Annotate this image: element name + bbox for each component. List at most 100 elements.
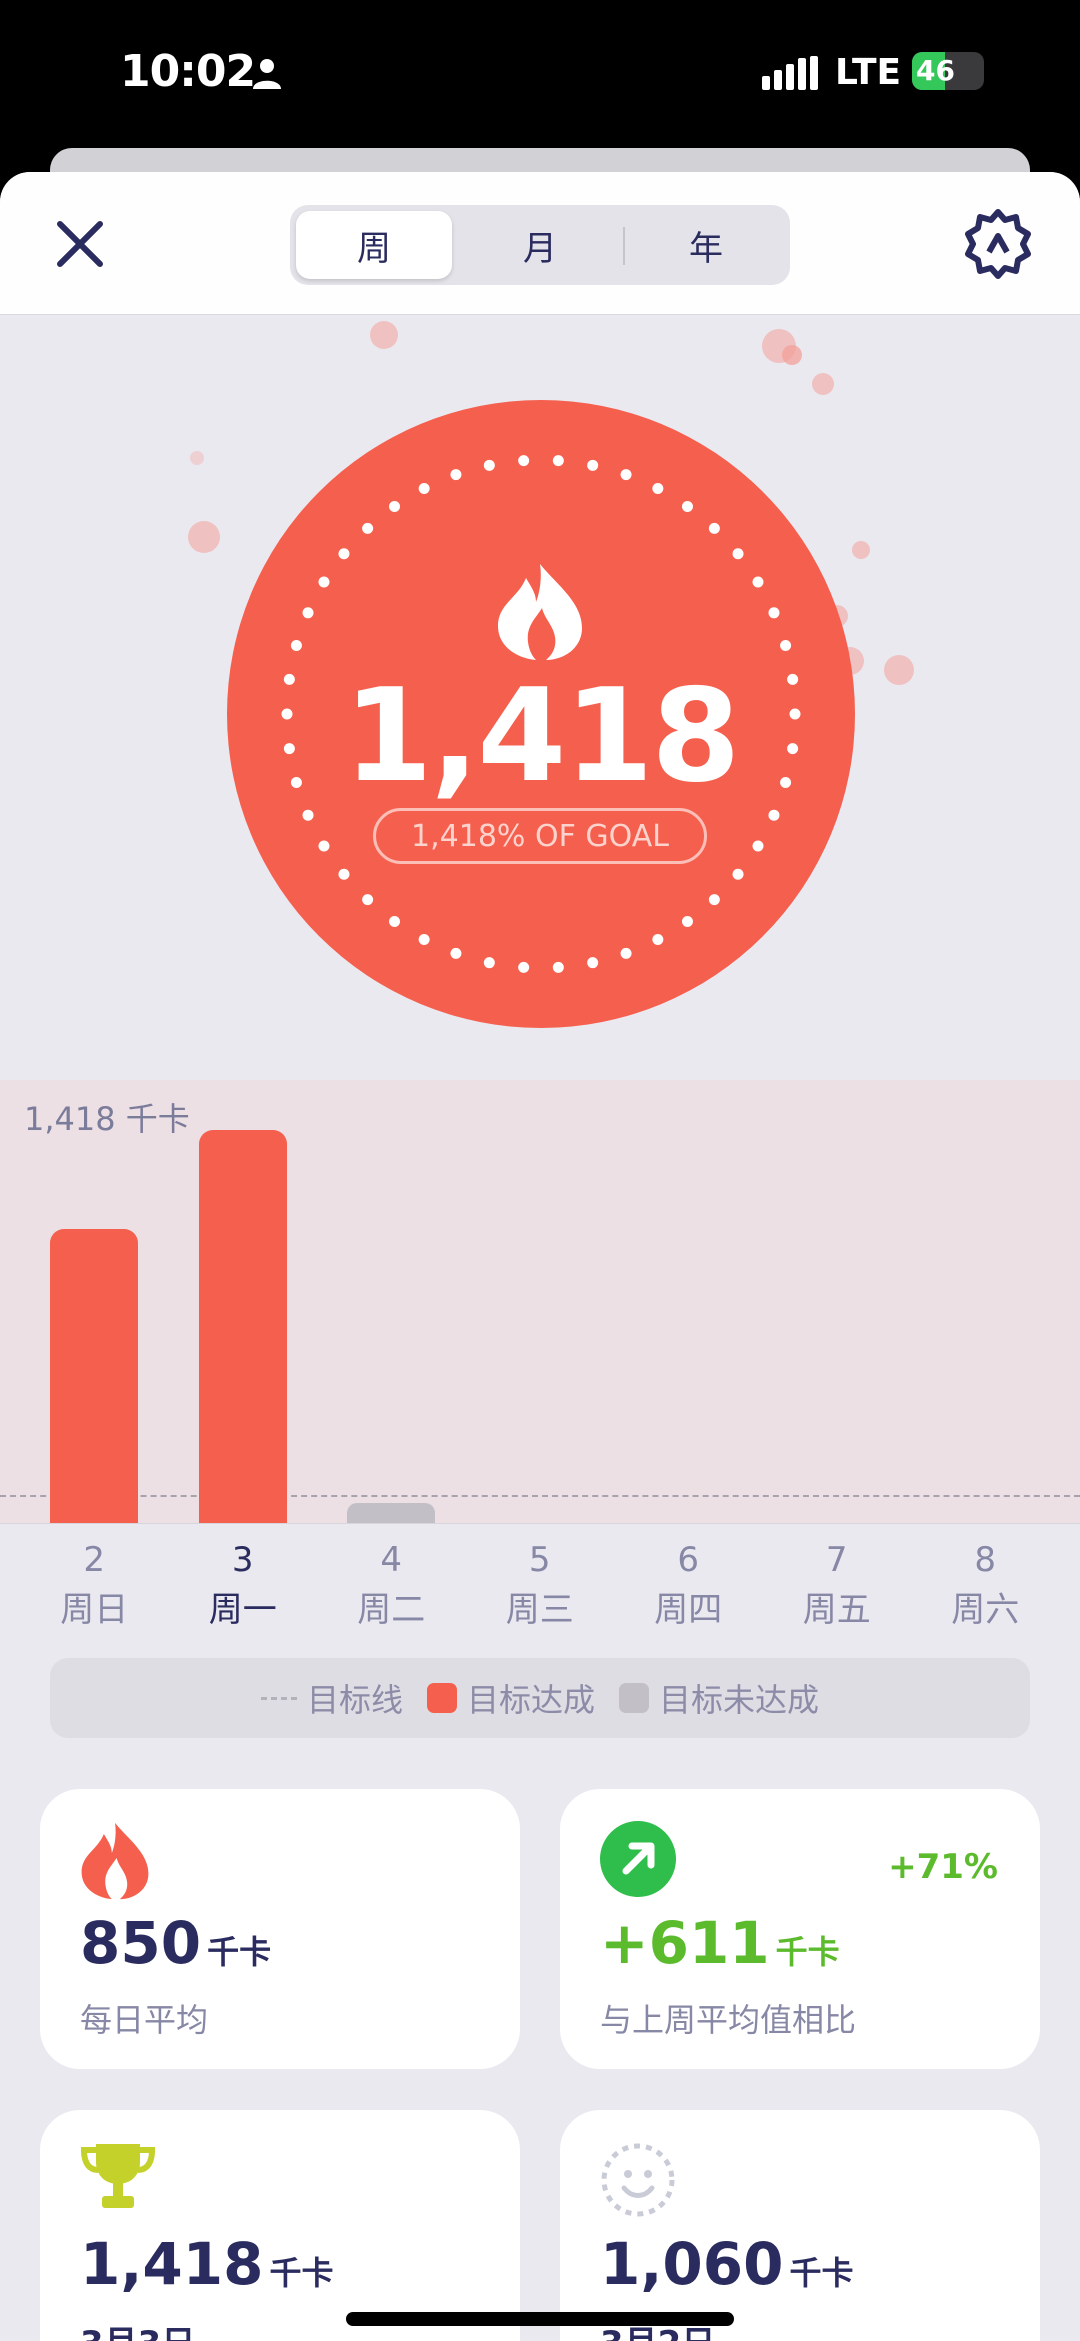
ring-dot (587, 957, 599, 969)
other-day-unit: 千卡 (789, 2254, 854, 2292)
flame-icon (498, 564, 582, 660)
chart-bar-3[interactable] (198, 1130, 287, 1523)
smiley-icon (601, 2143, 675, 2217)
ring-dot (620, 469, 632, 481)
close-icon[interactable] (50, 214, 110, 274)
chart-bar-2[interactable] (50, 1229, 139, 1523)
battery-icon: 46 (912, 52, 984, 90)
best-day-card[interactable]: 1,418千卡 3月3日 (40, 2110, 520, 2341)
day-number: 5 (528, 1540, 551, 1580)
ring-dot (780, 639, 792, 651)
arrow-up-right-icon (600, 1821, 676, 1897)
day-label-5[interactable]: 5 周三 (480, 1540, 600, 1631)
day-label-8[interactable]: 8 周六 (925, 1540, 1045, 1631)
gray-swatch (619, 1683, 649, 1713)
ring-dot (518, 961, 530, 973)
weekly-bar-chart: 1,418 千卡 (0, 1080, 1080, 1524)
legend-goal-line: 目标线 (260, 1675, 403, 1721)
total-calories: 1,418 (343, 662, 741, 811)
ring-dot (620, 947, 632, 959)
day-name: 周六 (951, 1590, 1020, 1630)
goal-line (0, 1495, 1080, 1498)
ring-dot (362, 522, 374, 534)
day-label-2[interactable]: 2 周日 (34, 1540, 154, 1631)
ring-dot (302, 607, 314, 619)
gear-icon[interactable] (962, 208, 1034, 280)
ring-dot (362, 894, 374, 906)
battery-level: 46 (916, 54, 955, 87)
signal-icon (762, 56, 818, 90)
comparison-value: +611 千卡 (600, 1909, 840, 1977)
day-number: 7 (825, 1540, 848, 1580)
ring-dot (483, 957, 495, 969)
ring-dot (708, 522, 720, 534)
ring-dot (652, 934, 664, 946)
legend-goal-not-met: 目标未达成 (619, 1675, 819, 1721)
activity-sheet: 周 月 年 1,418 1,418% OF GOAL 1,418 千卡 2 周日… (0, 172, 1080, 2341)
status-bar: 10:02 LTE 46 (0, 0, 1080, 150)
day-label-4[interactable]: 4 周二 (331, 1540, 451, 1631)
ring-dot (732, 868, 744, 880)
ring-dot (681, 500, 693, 512)
ring-dot (552, 455, 564, 467)
ring-dot (450, 469, 462, 481)
day-label-7[interactable]: 7 周五 (777, 1540, 897, 1631)
legend-goal-met: 目标达成 (426, 1675, 595, 1721)
segment-divider (623, 227, 625, 265)
ring-dot (768, 607, 780, 619)
red-swatch (426, 1683, 457, 1713)
ring-dot (752, 840, 764, 852)
day-name: 周五 (802, 1590, 871, 1630)
day-number: 6 (677, 1540, 700, 1580)
day-name: 周一 (208, 1590, 277, 1630)
day-label-6[interactable]: 6 周四 (628, 1540, 748, 1631)
tab-year[interactable]: 年 (628, 211, 784, 279)
ring-dot (302, 809, 314, 821)
ring-dot (450, 947, 462, 959)
day-number: 4 (380, 1540, 403, 1580)
legend-goal-met-label: 目标达成 (466, 1681, 595, 1719)
best-day-value: 1,418 千卡 (80, 2230, 333, 2298)
trophy-icon (80, 2144, 156, 2208)
goal-percentage-badge: 1,418% OF GOAL (373, 808, 707, 864)
comparison-unit: 千卡 (775, 1933, 840, 1971)
day-number: 8 (974, 1540, 997, 1580)
weekly-comparison-card[interactable]: +71% +611 千卡 与上周平均值相比 (560, 1789, 1040, 2069)
chart-bar-4[interactable] (347, 1503, 436, 1523)
day-name: 周四 (654, 1590, 723, 1630)
ring-dot (518, 455, 530, 467)
legend-goal-not-met-label: 目标未达成 (659, 1681, 820, 1719)
ring-dot (338, 548, 350, 560)
period-segmented-control: 周 月 年 (290, 205, 790, 285)
ring-dot (768, 809, 780, 821)
daily-average-label: 每日平均 (80, 2001, 209, 2039)
other-day-card[interactable]: 1,060千卡 3月2日 (560, 2110, 1040, 2341)
home-indicator[interactable] (346, 2312, 734, 2326)
daily-average-card[interactable]: 850 千卡 每日平均 (40, 1789, 520, 2069)
best-day-unit: 千卡 (269, 2254, 334, 2292)
tab-week[interactable]: 周 (296, 211, 452, 279)
best-day-number: 1,418 (80, 2230, 264, 2298)
comparison-label: 与上周平均值相比 (600, 2001, 857, 2039)
daily-average-number: 850 (80, 1909, 202, 1977)
comparison-number: +611 (600, 1909, 770, 1977)
day-name: 周日 (60, 1590, 129, 1630)
day-name: 周三 (505, 1590, 574, 1630)
ring-dot (708, 894, 720, 906)
flame-icon (81, 1822, 149, 1900)
dashed-line-swatch (260, 1696, 297, 1700)
legend-goal-line-label: 目标线 (306, 1681, 403, 1719)
chart-legend: 目标线 目标达成 目标未达成 (50, 1658, 1030, 1738)
best-day-date: 3月3日 (80, 2316, 195, 2341)
person-icon (253, 59, 281, 89)
ring-dot (389, 500, 401, 512)
tab-month[interactable]: 月 (462, 211, 618, 279)
ring-dot (418, 482, 430, 494)
day-name: 周二 (357, 1590, 426, 1630)
ring-dot (681, 916, 693, 928)
top-bar: 周 月 年 (0, 172, 1080, 315)
other-day-number: 1,060 (600, 2230, 784, 2298)
ring-dot (587, 459, 599, 471)
comparison-percent: +71% (888, 1847, 998, 1887)
day-label-3[interactable]: 3 周一 (183, 1540, 303, 1631)
